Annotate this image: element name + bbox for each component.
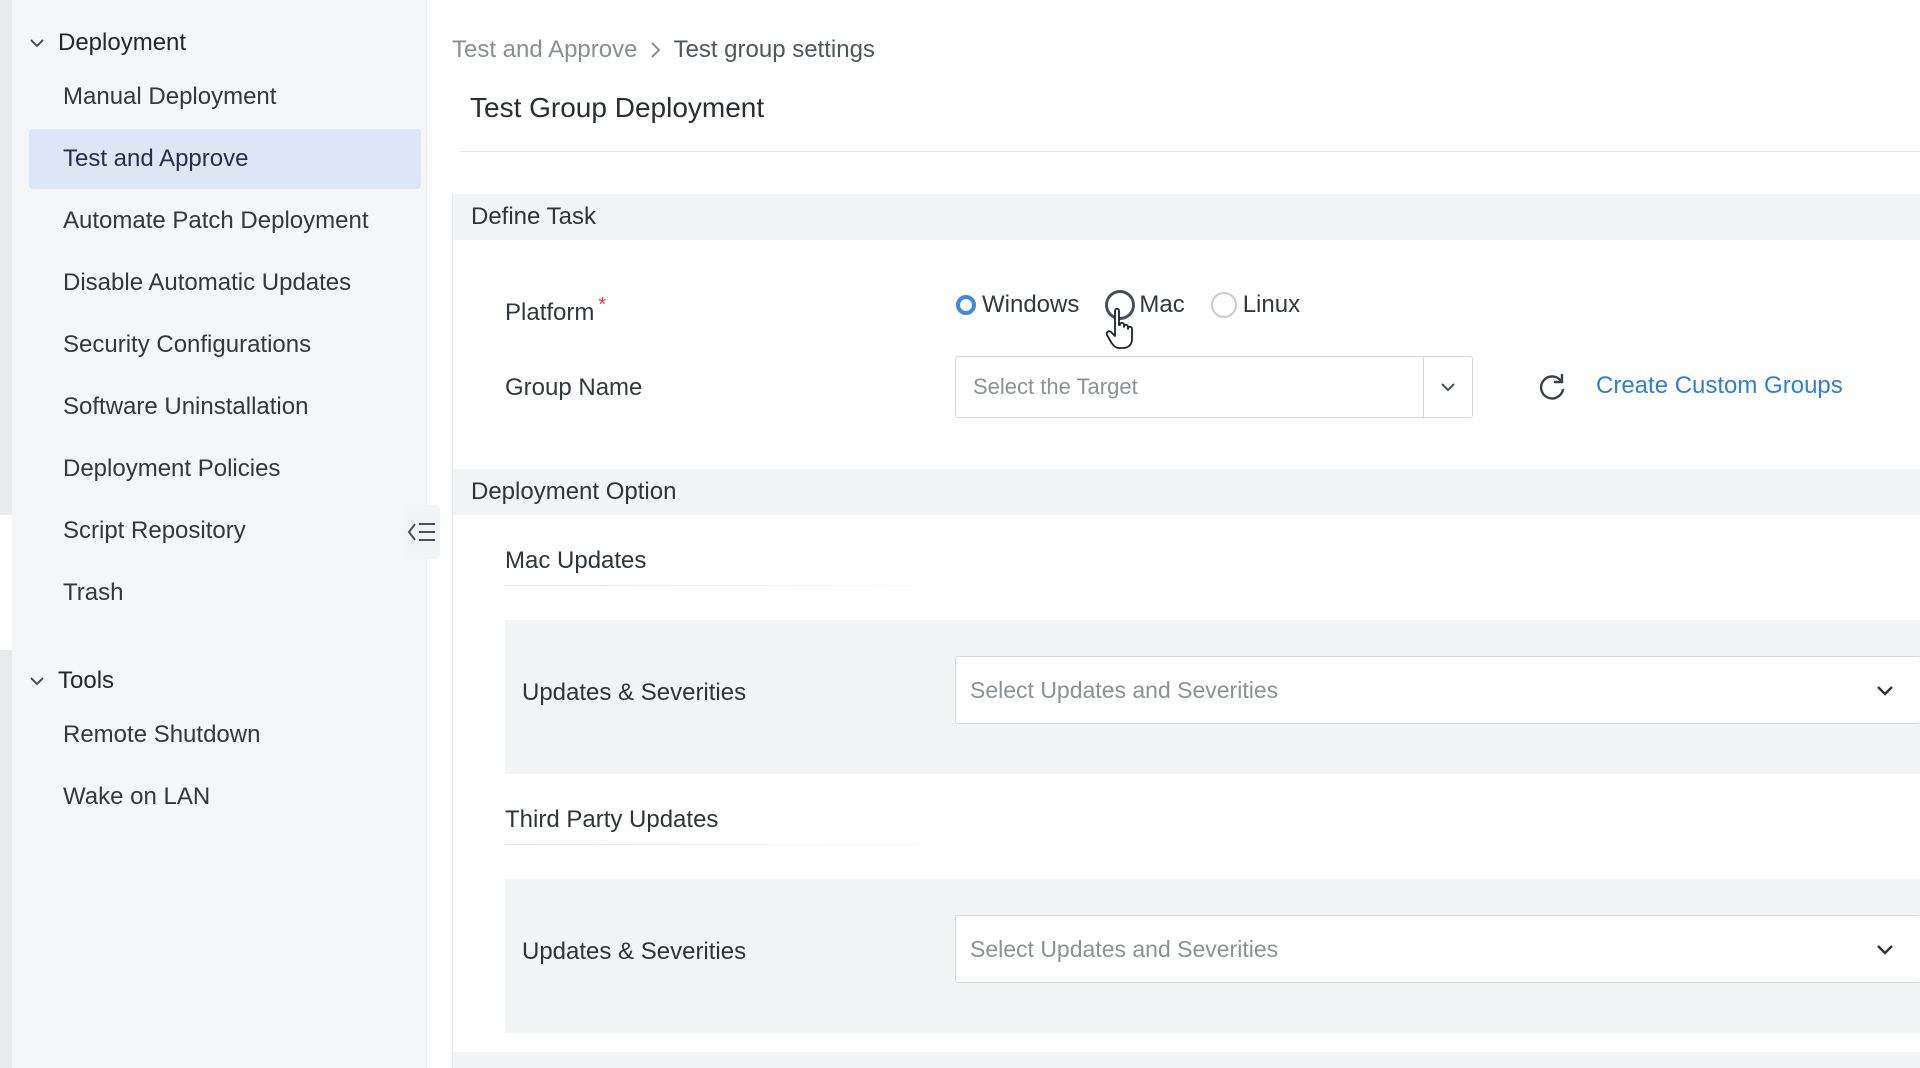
platform-radio-mac[interactable]: Mac: [1105, 290, 1185, 320]
chevron-down-icon: [30, 39, 44, 48]
updates-severities-label: Updates & Severities: [522, 679, 747, 706]
sidebar-group-title: Deployment: [58, 29, 187, 56]
select-placeholder: Select Updates and Severities: [970, 676, 1279, 703]
section-title: Deployment Option: [471, 478, 677, 505]
section-deployment-option: Deployment Option: [453, 469, 1920, 515]
sidebar-item-disable-automatic-updates[interactable]: Disable Automatic Updates: [29, 253, 421, 313]
platform-label: Platform *: [505, 294, 606, 327]
sidebar-group-deployment[interactable]: Deployment: [30, 23, 186, 63]
sidebar-item-software-uninstallation[interactable]: Software Uninstallation: [29, 377, 421, 437]
title-divider: [460, 151, 1920, 152]
sidebar-item-remote-shutdown[interactable]: Remote Shutdown: [29, 705, 421, 765]
sub-divider: [505, 844, 995, 845]
sidebar-item-manual-deployment[interactable]: Manual Deployment: [29, 67, 421, 127]
sidebar-group-title: Tools: [58, 667, 115, 694]
group-name-label: Group Name: [505, 374, 643, 401]
form-card: Define Task Platform * Windows Mac Linux …: [452, 194, 1920, 1068]
platform-label-text: Platform: [505, 299, 595, 326]
sidebar-item-deployment-policies[interactable]: Deployment Policies: [29, 439, 421, 499]
sidebar-item-label: Automate Patch Deployment: [63, 207, 369, 234]
sidebar-item-label: Manual Deployment: [63, 83, 277, 110]
radio-label: Windows: [982, 291, 1080, 318]
sidebar-item-label: Security Configurations: [63, 331, 312, 358]
sidebar-item-automate-patch-deployment[interactable]: Automate Patch Deployment: [29, 191, 421, 251]
sidebar-item-label: Wake on LAN: [63, 783, 211, 810]
sidebar-item-label: Disable Automatic Updates: [63, 269, 352, 296]
mac-updates-heading: Mac Updates: [505, 547, 647, 574]
sidebar-item-label: Remote Shutdown: [63, 721, 261, 748]
updates-severities-label: Updates & Severities: [522, 938, 747, 965]
platform-radio-windows[interactable]: Windows: [956, 291, 1079, 319]
sidebar-group-tools[interactable]: Tools: [30, 661, 114, 701]
platform-radio-group: Windows Mac Linux: [956, 290, 1326, 320]
third-party-updates-severities-select[interactable]: Select Updates and Severities: [955, 915, 1920, 983]
section-title: Define Task: [471, 203, 596, 230]
sidebar-item-security-configurations[interactable]: Security Configurations: [29, 315, 421, 375]
radio-unchecked-icon: [1210, 292, 1237, 318]
sub-divider: [505, 585, 995, 586]
create-custom-groups-link[interactable]: Create Custom Groups: [1596, 372, 1843, 400]
refresh-button[interactable]: [1536, 371, 1568, 408]
sidebar-item-wake-on-lan[interactable]: Wake on LAN: [29, 767, 421, 827]
sidebar-item-script-repository[interactable]: Script Repository: [29, 501, 421, 561]
radio-unchecked-icon: [1105, 290, 1136, 320]
platform-radio-linux[interactable]: Linux: [1210, 291, 1301, 319]
sidebar-item-test-and-approve[interactable]: Test and Approve: [29, 129, 421, 189]
left-edge-highlight: [0, 515, 12, 650]
left-edge-strip: [0, 0, 12, 1068]
mac-updates-panel: Updates & Severities Select Updates and …: [505, 620, 1920, 774]
select-placeholder: Select Updates and Severities: [970, 935, 1279, 962]
third-party-updates-panel: Updates & Severities Select Updates and …: [505, 879, 1920, 1033]
sidebar-item-label: Script Repository: [63, 517, 246, 544]
mac-updates-severities-select[interactable]: Select Updates and Severities: [955, 656, 1920, 724]
sidebar-item-trash[interactable]: Trash: [29, 563, 421, 623]
third-party-updates-heading: Third Party Updates: [505, 806, 719, 833]
sidebar-item-label: Software Uninstallation: [63, 393, 309, 420]
sidebar: Deployment Manual Deployment Test and Ap…: [12, 0, 427, 1068]
radio-label: Linux: [1242, 291, 1301, 318]
refresh-icon: [1539, 374, 1565, 400]
chevron-down-icon: [1850, 657, 1920, 723]
required-mark: *: [598, 294, 607, 316]
section-next-partial: [453, 1052, 1920, 1068]
radio-label: Mac: [1139, 291, 1185, 318]
group-name-select[interactable]: Select the Target: [955, 356, 1473, 418]
chevron-right-icon: [649, 41, 661, 59]
chevron-down-icon: [1423, 357, 1472, 417]
section-define-task: Define Task: [453, 194, 1920, 240]
sidebar-item-label: Deployment Policies: [63, 455, 281, 482]
radio-checked-icon: [956, 295, 976, 315]
sidebar-item-label: Trash: [63, 579, 124, 606]
sidebar-item-label: Test and Approve: [63, 145, 249, 172]
breadcrumb-current: Test group settings: [673, 36, 875, 63]
chevron-down-icon: [30, 677, 44, 686]
main-content: Test and Approve Test group settings Tes…: [427, 0, 1920, 1068]
breadcrumb: Test and Approve Test group settings: [452, 36, 875, 64]
breadcrumb-parent[interactable]: Test and Approve: [452, 36, 637, 64]
chevron-down-icon: [1850, 916, 1920, 982]
group-name-placeholder: Select the Target: [973, 374, 1138, 399]
page-title: Test Group Deployment: [470, 92, 765, 123]
